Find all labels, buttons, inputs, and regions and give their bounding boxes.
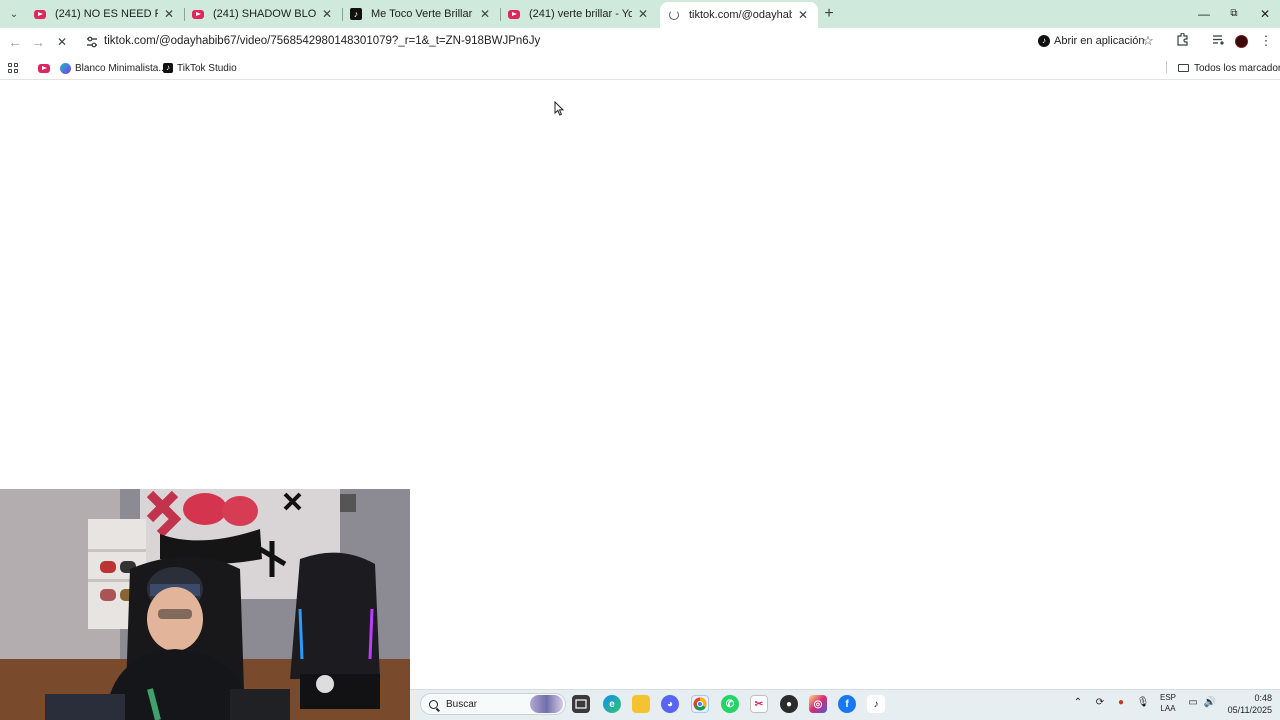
bookmark-label: Blanco Minimalista... [75,62,167,74]
network-icon[interactable]: ▭ [1186,697,1200,711]
tab-search-chevron-icon[interactable]: ⌄ [6,6,22,22]
tray-chevron-up-icon[interactable]: ⌃ [1072,697,1084,711]
minimize-icon[interactable]: — [1194,4,1214,24]
obs-icon[interactable]: ● [780,695,798,713]
window-close-icon[interactable]: ✕ [1255,4,1275,24]
facebook-icon[interactable]: f [838,695,856,713]
tiktok-icon: ♪ [163,63,173,73]
taskbar-clock[interactable]: 0:48 05/11/2025 [1224,692,1272,716]
tray-app-icon[interactable]: ● [1114,697,1128,711]
bookmark-blanco-minimalista[interactable]: Blanco Minimalista... [60,57,167,79]
tab-1[interactable]: (241) NO ES NEED FOR SPEED ✕ [26,0,184,28]
extensions-icon[interactable] [1174,32,1190,49]
clock-time: 0:48 [1254,693,1272,703]
all-bookmarks-label: Todos los marcadores [1194,62,1280,74]
tab-2[interactable]: (241) SHADOW BLOW X DON I ✕ [184,0,342,28]
tab-5-active[interactable]: tiktok.com/@odayhabib67/vide ✕ [660,2,818,28]
tab-4[interactable]: (241) verte brillar - YouTube ✕ [500,0,658,28]
youtube-icon [34,8,46,20]
search-icon [429,699,438,709]
webcam-overlay [0,489,410,720]
youtube-icon [38,63,50,73]
search-placeholder: Buscar [446,698,478,710]
restore-icon[interactable]: ⧉ [1224,4,1244,24]
profile-avatar[interactable] [1235,35,1248,48]
volume-icon[interactable]: 🔊 [1203,697,1217,711]
close-icon[interactable]: ✕ [162,7,176,21]
whatsapp-icon[interactable]: ✆ [721,695,739,713]
task-view-icon[interactable] [572,695,590,713]
chrome-icon[interactable] [691,695,709,713]
youtube-icon [508,8,520,20]
tab-title: (241) NO ES NEED FOR SPEED [55,8,158,20]
site-info-icon[interactable] [85,35,99,49]
language-layout: LAA [1160,704,1176,713]
tab-3[interactable]: ♪ Me Toco Verte Brillar - Jlexis y ✕ [342,0,500,28]
snipping-tool-icon[interactable]: ✂ [750,695,768,713]
bookmarks-divider [1166,61,1167,73]
back-arrow-icon[interactable]: ← [6,33,24,51]
open-in-app-button[interactable]: ♪ Abrir en aplicación [1034,31,1149,51]
folder-icon [1178,64,1189,72]
close-icon[interactable]: ✕ [636,7,650,21]
discord-icon[interactable]: ◕ [661,695,679,713]
open-in-app-label: Abrir en aplicación [1054,35,1145,47]
forward-arrow-icon[interactable]: → [29,33,47,51]
media-control-icon[interactable] [1210,33,1226,49]
close-icon[interactable]: ✕ [478,7,492,21]
tiktok-icon: ♪ [1038,35,1050,47]
new-tab-button[interactable]: + [821,6,837,22]
tray-sync-icon[interactable]: ⟳ [1093,697,1107,711]
close-icon[interactable]: ✕ [320,7,334,21]
tab-title: (241) SHADOW BLOW X DON I [213,8,316,20]
all-bookmarks-button[interactable]: Todos los marcadores [1178,57,1280,79]
language-code: ESP [1159,693,1176,702]
tab-title: (241) verte brillar - YouTube [529,8,632,20]
bookmark-label: TikTok Studio [177,62,237,74]
clock-date: 05/11/2025 [1227,705,1272,715]
more-menu-icon[interactable]: ⋮ [1258,33,1274,49]
tab-strip: ⌄ (241) NO ES NEED FOR SPEED ✕ (241) SHA… [0,0,1280,28]
address-bar-url[interactable]: tiktok.com/@odayhabib67/video/7568542980… [104,35,540,47]
search-highlight-image [530,695,563,713]
tab-title: tiktok.com/@odayhabib67/vide [689,9,792,21]
microphone-icon[interactable]: 🎙 [1136,697,1150,711]
instagram-icon[interactable]: ◎ [809,695,827,713]
close-icon[interactable]: ✕ [796,8,810,22]
stop-loading-icon[interactable]: ✕ [53,33,71,51]
bookmark-star-icon[interactable]: ☆ [1140,33,1156,49]
bookmark-youtube[interactable] [38,57,50,79]
loading-icon [668,9,680,21]
edge-icon[interactable]: e [603,695,621,713]
canva-icon [60,62,71,74]
tab-title: Me Toco Verte Brillar - Jlexis y [371,8,474,20]
youtube-icon [192,8,204,20]
apps-grid-icon[interactable] [8,57,18,79]
file-explorer-icon[interactable] [632,695,650,713]
bookmark-tiktok-studio[interactable]: ♪ TikTok Studio [163,57,237,79]
tiktok-icon[interactable]: ♪ [867,695,885,713]
keyboard-language[interactable]: ESP LAA [1158,692,1178,714]
tiktok-icon: ♪ [350,8,362,20]
